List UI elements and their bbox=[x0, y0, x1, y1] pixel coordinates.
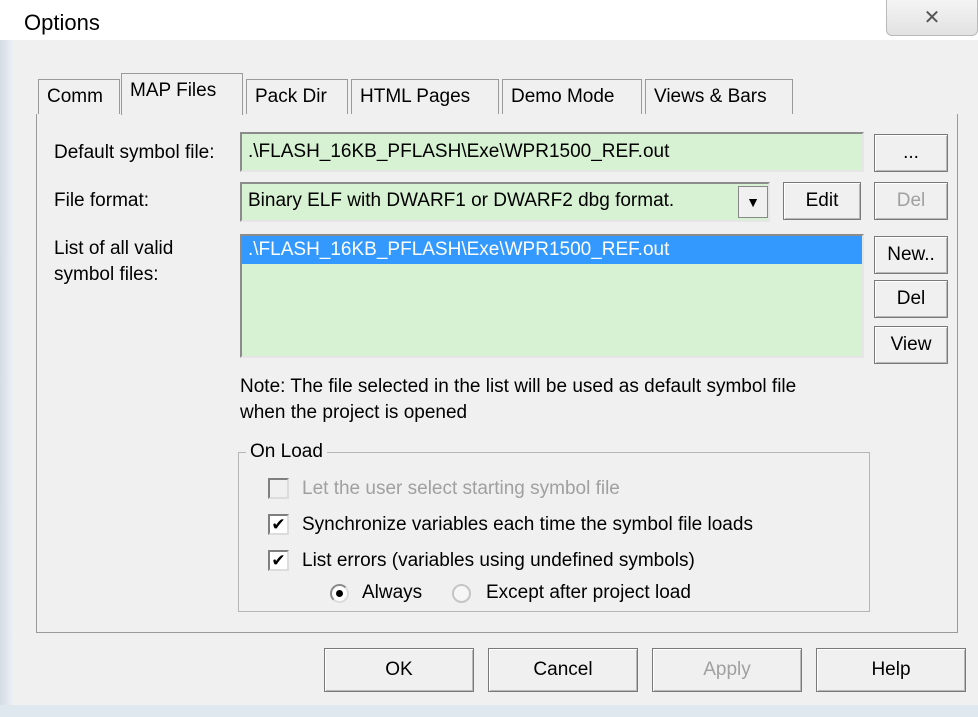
list-label-line2: symbol files: bbox=[54, 264, 159, 285]
view-label: View bbox=[890, 334, 932, 355]
tab-html-pages[interactable]: HTML Pages bbox=[351, 79, 499, 114]
tab-label: MAP Files bbox=[130, 80, 217, 101]
tab-comm[interactable]: Comm bbox=[38, 79, 120, 114]
tab-label: HTML Pages bbox=[360, 86, 471, 107]
sync-variables-checkbox[interactable]: ✔ bbox=[268, 514, 289, 535]
edit-label: Edit bbox=[805, 190, 839, 211]
cancel-button[interactable]: Cancel bbox=[488, 648, 638, 692]
tab-label: Views & Bars bbox=[654, 86, 767, 107]
chevron-down-icon[interactable]: ▼ bbox=[738, 186, 768, 218]
new-symbol-button[interactable]: New.. bbox=[874, 236, 948, 274]
symbol-files-list[interactable]: .\FLASH_16KB_PFLASH\Exe\WPR1500_REF.out bbox=[240, 234, 864, 358]
ok-button[interactable]: OK bbox=[324, 648, 474, 692]
help-button[interactable]: Help bbox=[816, 648, 966, 692]
let-user-select-label: Let the user select starting symbol file bbox=[302, 478, 620, 499]
file-format-label: File format: bbox=[54, 190, 150, 211]
list-errors-label: List errors (variables using undefined s… bbox=[302, 550, 695, 571]
default-symbol-field[interactable]: .\FLASH_16KB_PFLASH\Exe\WPR1500_REF.out bbox=[240, 132, 864, 172]
except-after-load-radio[interactable] bbox=[452, 584, 471, 603]
help-label: Help bbox=[871, 659, 911, 680]
window-bottom-edge bbox=[0, 705, 978, 717]
default-symbol-label: Default symbol file: bbox=[54, 142, 215, 163]
list-label-line1: List of all valid bbox=[54, 238, 174, 259]
ok-label: OK bbox=[385, 659, 413, 680]
tab-label: Comm bbox=[47, 86, 103, 107]
check-icon: ✔ bbox=[271, 515, 286, 534]
file-format-value: Binary ELF with DWARF1 or DWARF2 dbg for… bbox=[248, 190, 675, 211]
note-line2: when the project is opened bbox=[240, 402, 468, 423]
let-user-select-checkbox[interactable] bbox=[268, 478, 289, 499]
del-format-label: Del bbox=[896, 190, 926, 211]
always-label: Always bbox=[362, 582, 423, 603]
list-errors-checkbox[interactable]: ✔ bbox=[268, 550, 289, 571]
close-icon: ✕ bbox=[923, 7, 941, 29]
delete-format-button[interactable]: Del bbox=[874, 182, 948, 220]
delete-symbol-button[interactable]: Del bbox=[874, 280, 948, 318]
cancel-label: Cancel bbox=[533, 659, 593, 680]
tab-label: Pack Dir bbox=[255, 86, 327, 107]
always-radio[interactable] bbox=[330, 584, 349, 603]
tab-label: Demo Mode bbox=[511, 86, 615, 107]
del-label: Del bbox=[896, 288, 926, 309]
browse-label: ... bbox=[903, 142, 919, 163]
tab-pack-dir[interactable]: Pack Dir bbox=[246, 79, 348, 114]
note-line1: Note: The file selected in the list will… bbox=[240, 376, 797, 397]
window-title: Options bbox=[24, 10, 100, 35]
apply-button[interactable]: Apply bbox=[652, 648, 802, 692]
new-label: New.. bbox=[887, 244, 935, 265]
sync-variables-label: Synchronize variables each time the symb… bbox=[302, 514, 753, 535]
tab-map-files[interactable]: MAP Files bbox=[121, 73, 243, 115]
tab-demo-mode[interactable]: Demo Mode bbox=[502, 79, 642, 114]
except-after-load-label: Except after project load bbox=[486, 582, 691, 603]
edit-format-button[interactable]: Edit bbox=[783, 182, 861, 220]
window-edge bbox=[0, 40, 14, 717]
list-item[interactable]: .\FLASH_16KB_PFLASH\Exe\WPR1500_REF.out bbox=[242, 236, 862, 264]
file-format-select[interactable]: Binary ELF with DWARF1 or DWARF2 dbg for… bbox=[240, 182, 770, 222]
apply-label: Apply bbox=[703, 659, 751, 680]
tab-views-bars[interactable]: Views & Bars bbox=[645, 79, 793, 114]
on-load-title: On Load bbox=[246, 441, 327, 463]
view-symbol-button[interactable]: View bbox=[874, 326, 948, 364]
close-button[interactable]: ✕ bbox=[886, 0, 978, 36]
check-icon: ✔ bbox=[271, 551, 286, 570]
browse-button[interactable]: ... bbox=[874, 134, 948, 172]
